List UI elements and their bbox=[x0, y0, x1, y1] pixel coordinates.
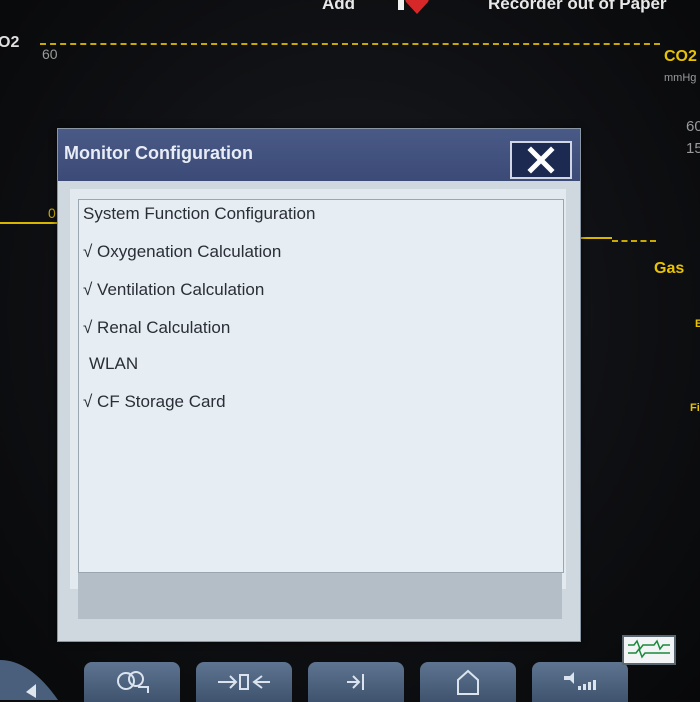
list-item-wlan[interactable]: WLAN bbox=[89, 354, 138, 374]
volume-button[interactable] bbox=[532, 662, 628, 702]
gas-label: Gas bbox=[654, 260, 685, 277]
list-item-oxygenation[interactable]: √ Oxygenation Calculation bbox=[83, 242, 281, 262]
jump-button[interactable] bbox=[308, 662, 404, 702]
right-waveform-dash bbox=[612, 240, 656, 242]
left-arrow-icon[interactable] bbox=[0, 654, 60, 700]
dialog-body: System Function Configuration √ Oxygenat… bbox=[70, 189, 566, 589]
print-button[interactable] bbox=[84, 662, 180, 702]
upper-reference-line bbox=[40, 43, 660, 45]
o2-wave-label: O2 bbox=[0, 34, 20, 51]
bottom-toolbar bbox=[0, 640, 700, 702]
monitor-waveform-button[interactable] bbox=[622, 635, 676, 665]
input-button[interactable] bbox=[196, 662, 292, 702]
printer-icon bbox=[117, 671, 149, 693]
recorder-status: Recorder out of Paper bbox=[488, 0, 667, 13]
jump-icon bbox=[347, 674, 364, 690]
monitor-screen: Add Recorder out of Paper O2 60 0 CO2 mm… bbox=[0, 0, 700, 702]
left-waveform-line bbox=[0, 222, 60, 224]
top-bar: Add Recorder out of Paper bbox=[0, 0, 700, 22]
volume-icon bbox=[564, 672, 596, 690]
configuration-list: System Function Configuration √ Oxygenat… bbox=[78, 199, 564, 573]
co2-low-value: 15 bbox=[686, 140, 700, 157]
home-button[interactable] bbox=[420, 662, 516, 702]
right-edge-letter-fi: Fi bbox=[690, 402, 700, 414]
dialog-title-bar: Monitor Configuration bbox=[58, 129, 580, 181]
monitor-waveform-icon bbox=[628, 639, 670, 659]
close-icon bbox=[527, 146, 555, 174]
close-button[interactable] bbox=[510, 141, 572, 179]
list-item-system-function[interactable]: System Function Configuration bbox=[83, 204, 315, 224]
co2-unit: mmHg bbox=[664, 72, 697, 84]
right-edge-letter-e: E bbox=[695, 318, 700, 330]
list-item-renal[interactable]: √ Renal Calculation bbox=[83, 318, 230, 338]
heart-icon bbox=[398, 0, 429, 14]
co2-high-value: 60 bbox=[686, 118, 700, 135]
scale-top-label: 60 bbox=[42, 46, 58, 62]
home-icon bbox=[457, 669, 479, 695]
scale-zero-label: 0 bbox=[48, 205, 56, 221]
co2-label: CO2 bbox=[664, 48, 697, 65]
input-arrow-icon bbox=[218, 674, 270, 690]
dialog-status-strip bbox=[78, 573, 562, 619]
list-item-cf-storage[interactable]: √ CF Storage Card bbox=[83, 392, 226, 412]
monitor-configuration-dialog: Monitor Configuration System Function Co… bbox=[57, 128, 581, 642]
list-item-ventilation[interactable]: √ Ventilation Calculation bbox=[83, 280, 264, 300]
dialog-title: Monitor Configuration bbox=[64, 143, 253, 163]
right-waveform-line bbox=[578, 237, 612, 239]
add-label[interactable]: Add bbox=[322, 0, 355, 14]
